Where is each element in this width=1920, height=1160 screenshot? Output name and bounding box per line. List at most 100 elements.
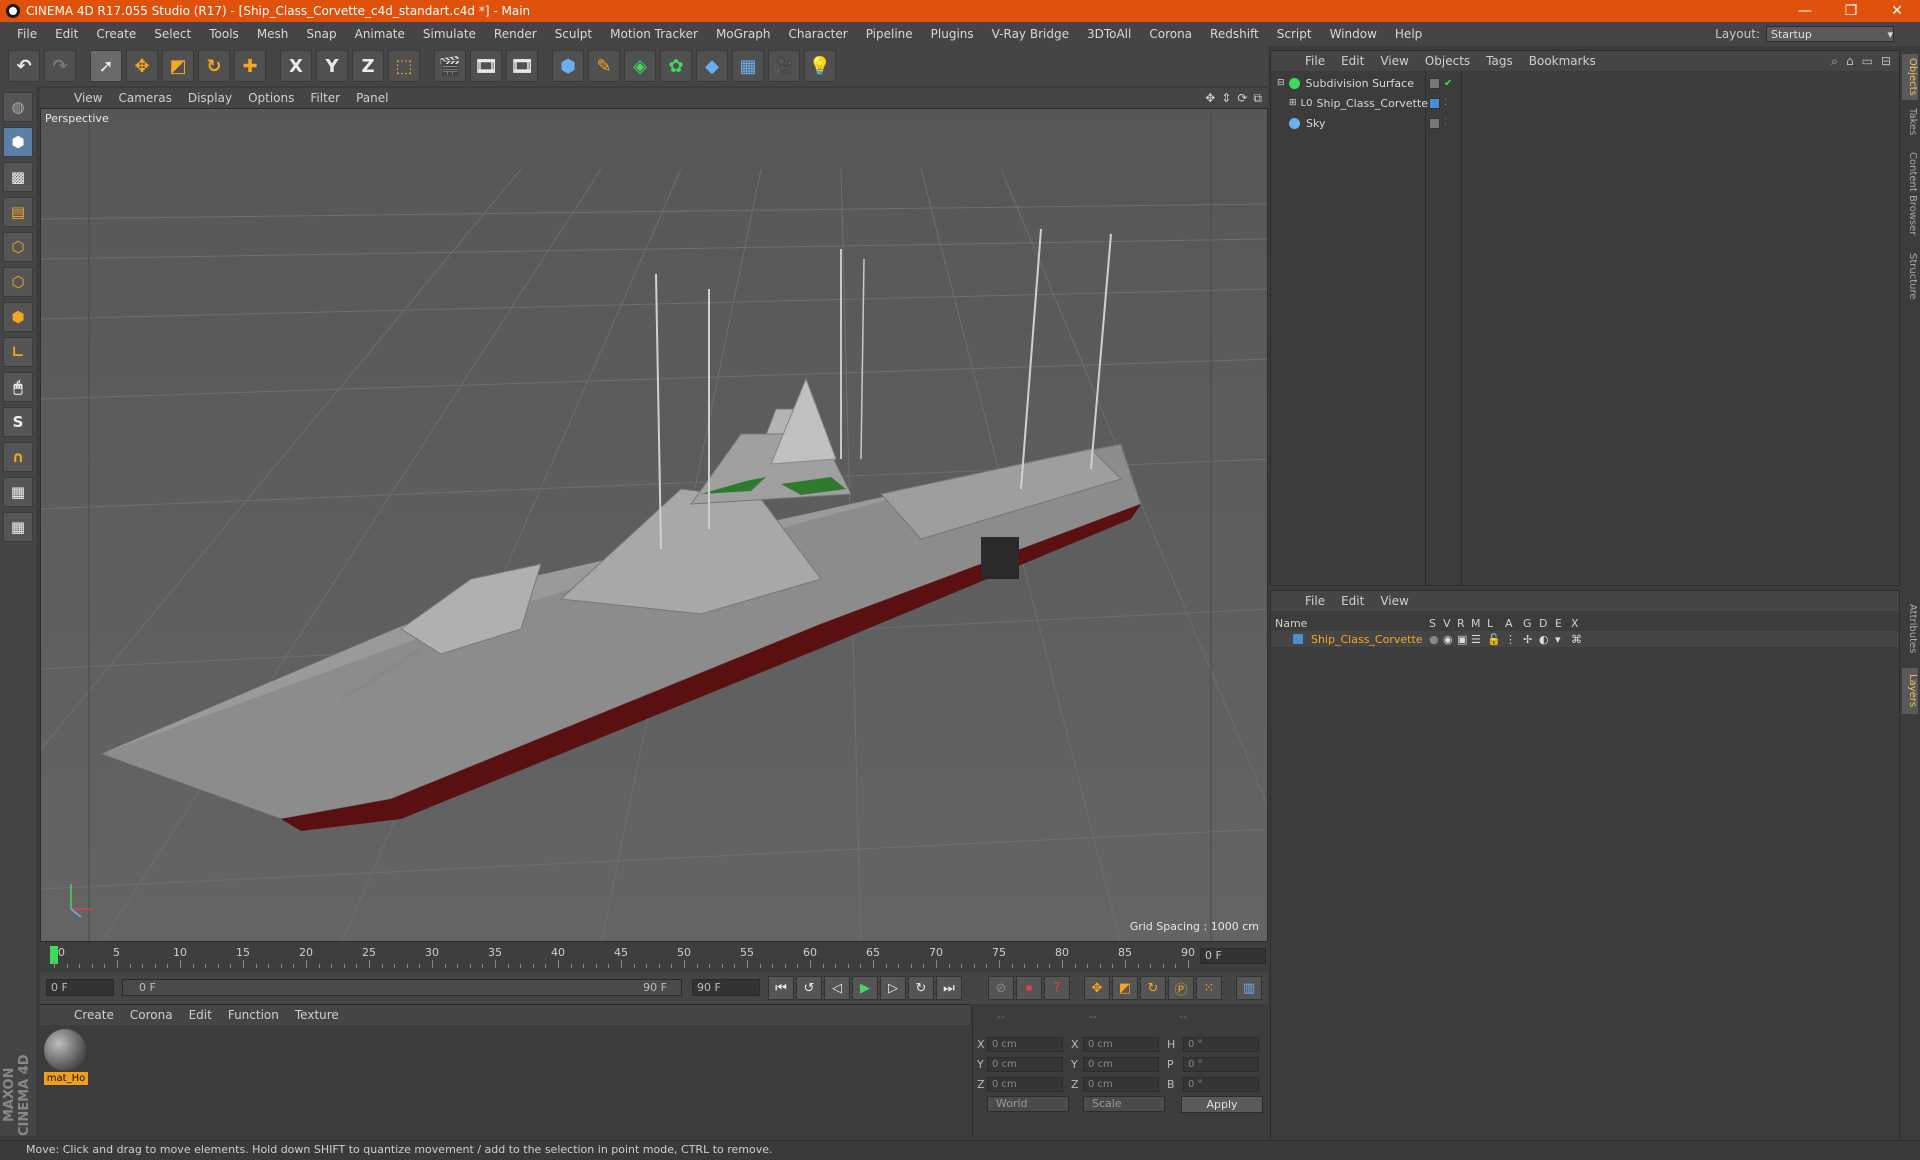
solo-dot-icon[interactable]: ● (1429, 633, 1439, 646)
rotate-tool-button[interactable]: ↻ (198, 50, 230, 82)
current-frame-field[interactable]: 0 F (1200, 948, 1266, 964)
collapse-icon[interactable]: ⊟ (1881, 54, 1891, 69)
transform-mode-select[interactable]: Scale (1083, 1096, 1165, 1112)
pos-z-field[interactable]: 0 cm (987, 1077, 1063, 1092)
next-key-button[interactable]: ↻ (908, 976, 934, 1000)
menu-redshift[interactable]: Redshift (1201, 27, 1268, 41)
menu-vray-bridge[interactable]: V-Ray Bridge (983, 27, 1078, 41)
next-frame-button[interactable]: ▷ (880, 976, 906, 1000)
key-scale-button[interactable]: ◩ (1112, 976, 1138, 1000)
material-menu-texture[interactable]: Texture (287, 1008, 347, 1022)
live-selection-button[interactable]: ➚ (90, 50, 122, 82)
previous-key-button[interactable]: ↺ (796, 976, 822, 1000)
play-button[interactable]: ▶ (852, 976, 878, 1000)
material-swatch[interactable]: mat_Ho (44, 1029, 88, 1085)
coordinate-system-button[interactable]: ⬚ (388, 50, 420, 82)
objects-menu-file[interactable]: File (1297, 54, 1333, 68)
magnet-button[interactable]: ∩ (3, 442, 33, 472)
add-floor-button[interactable]: ▦ (732, 50, 764, 82)
material-menu-create[interactable]: Create (66, 1008, 122, 1022)
menu-tools[interactable]: Tools (200, 27, 248, 41)
menu-create[interactable]: Create (87, 27, 145, 41)
objects-menu-view[interactable]: View (1372, 54, 1416, 68)
undo-button[interactable]: ↶ (8, 50, 40, 82)
transform-tool-button[interactable]: ✚ (234, 50, 266, 82)
y-axis-button[interactable]: Y (316, 50, 348, 82)
layers-menu-file[interactable]: File (1297, 594, 1333, 608)
layer-flag-icon[interactable] (1429, 117, 1440, 129)
menu-snap[interactable]: Snap (297, 27, 345, 41)
snap-button[interactable]: S (3, 407, 33, 437)
make-editable-button[interactable]: ◍ (3, 92, 33, 122)
tab-content-browser[interactable]: Content Browser (1902, 144, 1918, 244)
xref-icon[interactable]: ⌘ (1571, 633, 1582, 646)
timeline-window-button[interactable]: ▥ (1236, 976, 1262, 1000)
material-menu-edit[interactable]: Edit (181, 1008, 220, 1022)
add-camera-button[interactable]: 🎥 (768, 50, 800, 82)
menu-plugins[interactable]: Plugins (922, 27, 983, 41)
workplane-lock-button[interactable]: ▦ (3, 477, 33, 507)
perspective-viewport[interactable]: Perspective Grid Spacing : 1000 cm (40, 108, 1268, 942)
tab-takes[interactable]: Takes (1902, 104, 1918, 140)
object-row-ship[interactable]: ⊞ L0 Ship_Class_Corvette ⁚ (1271, 93, 1899, 113)
menu-sculpt[interactable]: Sculpt (546, 27, 601, 41)
model-mode-button[interactable]: ⬢ (3, 127, 33, 157)
layers-menu-view[interactable]: View (1372, 594, 1416, 608)
generator-icon[interactable]: ✢ (1523, 633, 1532, 646)
lock-icon[interactable]: 🔓 (1487, 633, 1501, 646)
tweak-mode-button[interactable]: 🖱 (3, 372, 33, 402)
x-axis-button[interactable]: X (280, 50, 312, 82)
close-button[interactable]: ✕ (1874, 3, 1920, 19)
render-icon[interactable]: ▣ (1457, 633, 1467, 646)
object-row-subdivision[interactable]: ⊟ Subdivision Surface ✔ (1271, 73, 1899, 93)
coordinate-system-select[interactable]: World (987, 1096, 1069, 1112)
menu-animate[interactable]: Animate (346, 27, 414, 41)
render-view-button[interactable]: 🎬 (434, 50, 466, 82)
viewport-menu-view[interactable]: View (66, 91, 110, 105)
rot-b-field[interactable]: 0 ° (1183, 1077, 1259, 1092)
menu-3dtoall[interactable]: 3DToAll (1078, 27, 1140, 41)
deformer-icon[interactable]: ◐ (1539, 633, 1549, 646)
workplane-button[interactable]: ▤ (3, 197, 33, 227)
key-position-button[interactable]: ✥ (1084, 976, 1110, 1000)
start-frame-field[interactable]: 0 F (46, 979, 114, 996)
material-menu-function[interactable]: Function (220, 1008, 287, 1022)
viewport-menu-options[interactable]: Options (240, 91, 302, 105)
tab-structure[interactable]: Structure (1902, 248, 1918, 304)
expression-icon[interactable]: ▾ (1555, 633, 1561, 646)
add-light-button[interactable]: 💡 (804, 50, 836, 82)
record-keys-button[interactable]: ⊘ (988, 976, 1014, 1000)
expand-toggle-icon[interactable]: ⊞ (1289, 98, 1297, 108)
menu-file[interactable]: File (8, 27, 46, 41)
tab-layers[interactable]: Layers (1902, 668, 1918, 714)
frame-range-slider[interactable]: 0 F 90 F (122, 979, 682, 996)
edges-mode-button[interactable]: ⬡ (3, 267, 33, 297)
go-to-start-button[interactable]: ⏮ (768, 976, 794, 1000)
layout-select[interactable]: Startup ▾ (1766, 26, 1894, 42)
edit-render-settings-button[interactable]: 🎞 (506, 50, 538, 82)
redo-button[interactable]: ↷ (44, 50, 76, 82)
menu-window[interactable]: Window (1321, 27, 1386, 41)
objects-menu-objects[interactable]: Objects (1417, 54, 1478, 68)
orbit-icon[interactable]: ⟳ (1237, 91, 1247, 106)
end-frame-field[interactable]: 90 F (692, 979, 760, 996)
manager-icon[interactable]: ☰ (1471, 633, 1481, 646)
key-pla-button[interactable]: ⁙ (1196, 976, 1222, 1000)
add-deformer-button[interactable]: ◆ (696, 50, 728, 82)
scale-tool-button[interactable]: ◩ (162, 50, 194, 82)
menu-edit[interactable]: Edit (46, 27, 87, 41)
menu-help[interactable]: Help (1386, 27, 1431, 41)
go-to-end-button[interactable]: ⏭ (936, 976, 962, 1000)
rot-h-field[interactable]: 0 ° (1183, 1037, 1259, 1052)
axis-mode-button[interactable]: ∟ (3, 337, 33, 367)
animation-icon[interactable]: ⋮ (1505, 633, 1516, 646)
timeline-ruler[interactable]: 0 5 10 15 20 25 30 35 40 45 50 55 60 65 … (40, 944, 1268, 970)
restore-button[interactable]: ❐ (1828, 3, 1874, 19)
dolly-icon[interactable]: ⇕ (1221, 91, 1231, 106)
menu-render[interactable]: Render (485, 27, 546, 41)
workplane-rotate-button[interactable]: ▦ (3, 512, 33, 542)
tab-attributes[interactable]: Attributes (1902, 594, 1918, 664)
menu-pipeline[interactable]: Pipeline (857, 27, 922, 41)
viewport-menu-display[interactable]: Display (180, 91, 240, 105)
size-z-field[interactable]: 0 cm (1083, 1077, 1159, 1092)
